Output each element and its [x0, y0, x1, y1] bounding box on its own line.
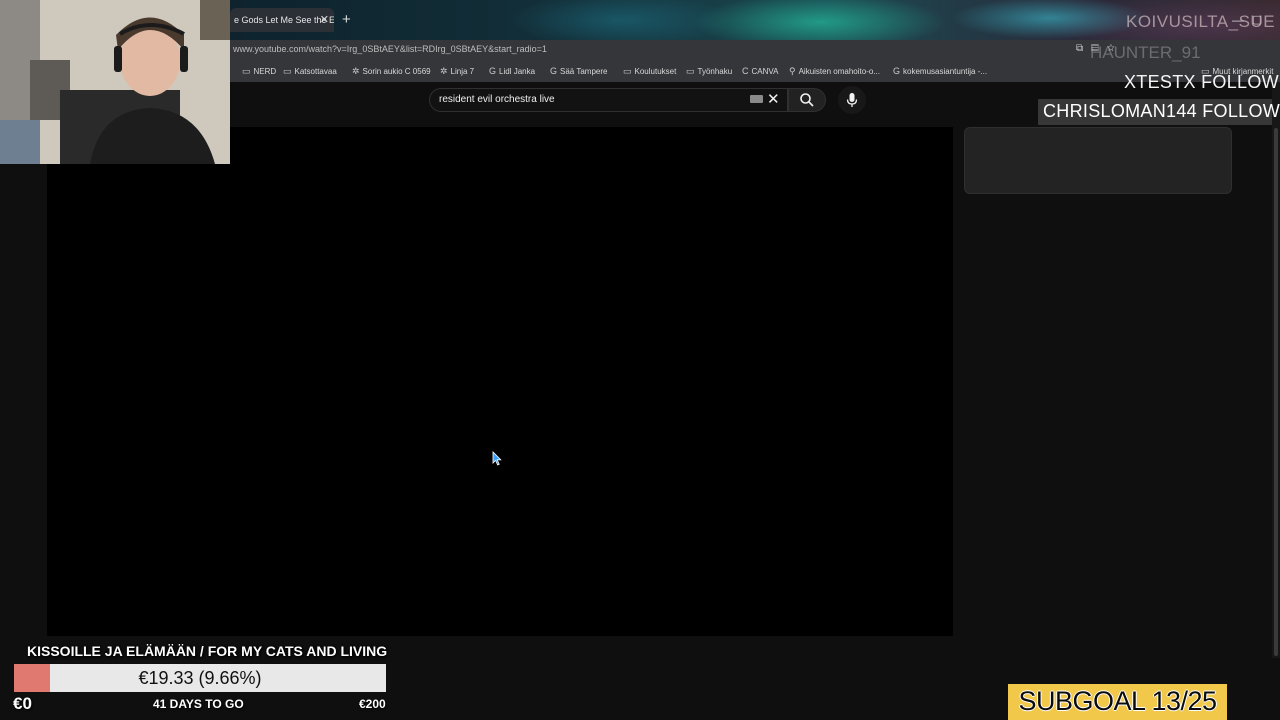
gear-icon: ✲	[352, 66, 360, 76]
donation-goal-start: €0	[13, 694, 32, 713]
microphone-icon	[846, 93, 858, 107]
bookmark-label: Koulutukset	[634, 67, 677, 76]
install-icon[interactable]: ⧉	[1076, 43, 1091, 54]
bookmark-label: kokemusasiantuntija -...	[903, 67, 988, 76]
clear-search-icon[interactable]: ✕	[767, 91, 780, 109]
bookmark-label: CANVA	[751, 67, 779, 76]
keyboard-icon[interactable]	[750, 95, 763, 103]
url-text[interactable]: www.youtube.com/watch?v=Irg_0SBtAEY&list…	[233, 44, 547, 54]
bookmark-item[interactable]: ▭ Työnhaku	[686, 65, 732, 78]
bookmark-item[interactable]: Gkokemusasiantuntija -...	[893, 65, 987, 78]
donation-goal-title: KISSOILLE JA ELÄMÄÄN / FOR MY CATS AND L…	[27, 643, 388, 659]
bookmark-label: Sää Tampere	[560, 67, 608, 76]
subgoal-text: SUBGOAL 13/25	[1018, 686, 1217, 716]
bookmark-item[interactable]: C CANVA	[742, 65, 778, 78]
bookmark-label: Sorin aukio C 0569	[362, 67, 431, 76]
bookmark-item[interactable]: ✲ Sorin aukio C 0569	[352, 65, 431, 78]
folder-icon: ▭	[283, 66, 292, 76]
gear-icon: ✲	[440, 66, 448, 76]
pin-icon: ⚲	[789, 66, 796, 76]
webcam-image	[0, 0, 230, 164]
alert-username-faded: HAUNTER_91	[1090, 43, 1201, 62]
sidebar-placeholder-card	[964, 127, 1232, 194]
bookmark-label: NERD	[253, 67, 277, 76]
voice-search-button[interactable]	[838, 86, 866, 114]
follow-alert-latest: CHRISLOMAN144 FOLLOW	[1043, 101, 1280, 121]
bookmark-item[interactable]: ▭ NERD	[242, 65, 276, 78]
canva-icon: C	[742, 66, 749, 76]
alert-username: KOIVUSILTA_SUE	[1126, 12, 1276, 31]
bookmark-label: Lidl Janka	[499, 67, 536, 76]
google-icon: G	[893, 66, 901, 76]
donation-goal-bar: €19.33 (9.66%)	[14, 664, 386, 692]
subgoal-badge: SUBGOAL 13/25	[1008, 684, 1227, 720]
folder-icon: ▭	[686, 66, 695, 76]
folder-icon: ▭	[242, 66, 251, 76]
bookmark-item[interactable]: ✲ Linja 7	[440, 65, 474, 78]
search-button[interactable]	[788, 88, 826, 112]
search-icon	[800, 93, 814, 107]
google-icon: G	[550, 66, 558, 76]
donation-goal-target: €200	[359, 697, 386, 711]
webcam-feed	[0, 0, 230, 164]
bookmark-item[interactable]: G Lidl Janka	[489, 65, 535, 78]
follow-alert: XTESTX FOLLOW	[1124, 72, 1279, 92]
google-icon: G	[489, 66, 497, 76]
donation-goal-days-left: 41 DAYS TO GO	[153, 697, 244, 711]
bookmark-label: Linja 7	[450, 67, 475, 76]
folder-icon: ▭	[623, 66, 632, 76]
bookmark-label: Katsottavaa	[294, 67, 337, 76]
tab-close-icon[interactable]: ✕	[320, 8, 329, 32]
donation-goal-amount: €19.33 (9.66%)	[138, 668, 262, 688]
search-query-text[interactable]: resident evil orchestra live	[439, 94, 555, 105]
video-player[interactable]	[47, 127, 953, 636]
bookmark-label: Työnhaku	[697, 67, 733, 76]
scrollbar-thumb[interactable]	[1274, 128, 1278, 656]
new-tab-button[interactable]: +	[342, 11, 351, 29]
mouse-cursor-icon	[492, 451, 502, 466]
bookmark-item[interactable]: ▭ Koulutukset	[623, 65, 676, 78]
bookmark-item[interactable]: ⚲ Aikuisten omahoito-o...	[789, 65, 880, 78]
browser-tab-active[interactable]: e Gods Let Me See the E ✕	[230, 8, 334, 32]
bookmark-item[interactable]: ▭ Katsottavaa	[283, 65, 337, 78]
bookmark-item[interactable]: G Sää Tampere	[550, 65, 607, 78]
bookmark-label: Aikuisten omahoito-o...	[798, 67, 880, 76]
